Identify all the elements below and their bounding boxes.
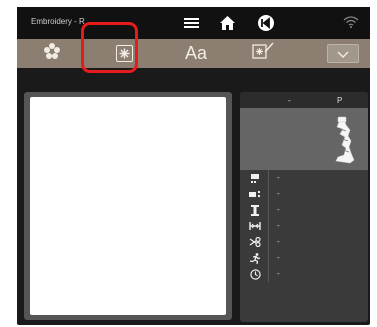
- info-value: -: [277, 205, 280, 214]
- clock-icon: [248, 268, 262, 280]
- app-title: Embroidery - R: [31, 17, 85, 26]
- menu-icon[interactable]: [183, 16, 199, 29]
- info-row-width: -: [240, 218, 368, 234]
- info-row-height: -: [240, 202, 368, 218]
- home-icon[interactable]: [219, 15, 235, 30]
- back-icon[interactable]: [257, 14, 275, 32]
- info-value: -: [277, 269, 280, 278]
- info-value: -: [277, 173, 280, 182]
- info-value: -: [277, 189, 280, 198]
- info-rows: - - - - - - -: [240, 170, 368, 282]
- height-icon: [248, 204, 262, 216]
- width-icon: [248, 220, 262, 232]
- info-row-speed: -: [240, 250, 368, 266]
- toolbar: Aa: [17, 39, 370, 68]
- panel-header: - P: [240, 92, 368, 108]
- info-value: -: [277, 253, 280, 262]
- wifi-icon: [343, 16, 359, 28]
- presser-foot-icon: [324, 115, 364, 167]
- header-left-value: -: [288, 96, 291, 105]
- presser-foot-area: [240, 108, 368, 170]
- stitch-count-icon: [248, 172, 262, 184]
- info-row-trims: -: [240, 234, 368, 250]
- info-row-colors: -: [240, 186, 368, 202]
- chevron-down-icon: [337, 45, 349, 63]
- edit-embroidery-button[interactable]: [243, 42, 283, 65]
- device-screen: Embroidery - R Aa - P - - - - - - -: [17, 7, 370, 325]
- text-label: Aa: [184, 43, 208, 63]
- info-row-stitches: -: [240, 170, 368, 186]
- canvas-frame: [24, 92, 232, 320]
- scissors-icon: [248, 236, 262, 248]
- status-bar: Embroidery - R: [17, 7, 370, 39]
- edit-embroidery-icon: [252, 42, 274, 65]
- dropdown-button[interactable]: [327, 44, 359, 63]
- flower-icon: [43, 42, 61, 65]
- highlight-box: [81, 22, 138, 73]
- header-right-value: P: [337, 96, 343, 105]
- info-value: -: [277, 221, 280, 230]
- info-row-time: -: [240, 266, 368, 282]
- text-button[interactable]: Aa: [174, 42, 218, 65]
- flower-button[interactable]: [32, 42, 72, 65]
- color-count-icon: [248, 188, 262, 200]
- embroidery-canvas[interactable]: [30, 97, 226, 315]
- info-panel: - P - - - - - - -: [240, 92, 368, 322]
- info-value: -: [277, 237, 280, 246]
- runner-icon: [248, 252, 262, 264]
